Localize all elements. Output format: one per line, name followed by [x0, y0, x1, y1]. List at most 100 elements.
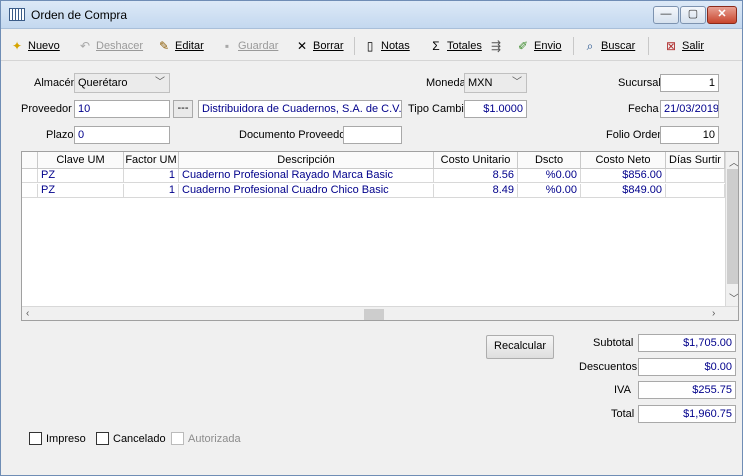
horizontal-scrollbar[interactable]: ‹ › — [22, 306, 738, 320]
undo-icon: ↶ — [79, 39, 91, 53]
column-header-factor-um[interactable]: Factor UM — [124, 152, 179, 169]
items-grid[interactable]: Clave UM Factor UM Descripción Costo Uni… — [21, 151, 739, 321]
sum-icon: Σ — [432, 39, 440, 53]
flow-icon: ⇶ — [490, 39, 502, 53]
impreso-label: Impreso — [46, 432, 86, 445]
proveedor-label: Proveedor — [21, 103, 72, 115]
checkbox-box[interactable] — [171, 432, 184, 445]
cell-dscto[interactable]: %0.00 — [518, 184, 581, 198]
table-row[interactable]: PZ 1 Cuaderno Profesional Cuadro Chico B… — [22, 184, 725, 198]
almacen-value: Querétaro — [78, 77, 128, 89]
checkbox-box[interactable] — [29, 432, 42, 445]
column-header-costo-unitario[interactable]: Costo Unitario — [434, 152, 518, 169]
cancelado-checkbox[interactable]: Cancelado — [96, 432, 166, 445]
minimize-button[interactable]: — — [653, 6, 679, 24]
moneda-value: MXN — [468, 77, 493, 89]
toolbar-separator — [648, 37, 649, 55]
scroll-down-icon[interactable]: ﹀ — [729, 290, 738, 305]
purchase-order-window: Orden de Compra — ▢ ✕ ✦ Nuevo ↶ Deshacer… — [0, 0, 743, 476]
checkbox-box[interactable] — [96, 432, 109, 445]
folio-orden-label: Folio Orden — [606, 129, 664, 141]
deshacer-label: Deshacer — [96, 40, 144, 52]
almacen-label: Almacén — [34, 77, 77, 89]
row-selector[interactable] — [22, 184, 38, 198]
tipo-cambio-field[interactable]: $1.0000 — [464, 100, 527, 118]
iva-label: IVA — [614, 384, 631, 396]
nuevo-label: Nuevo — [28, 40, 60, 52]
close-button[interactable]: ✕ — [707, 6, 737, 24]
descuentos-label: Descuentos — [579, 361, 638, 373]
documento-proveedor-field[interactable] — [343, 126, 402, 144]
guardar-label: Guardar — [238, 40, 279, 52]
cell-descripcion[interactable]: Cuaderno Profesional Rayado Marca Basic — [179, 169, 434, 183]
cell-costo-unitario[interactable]: 8.49 — [434, 184, 518, 198]
cell-factor-um[interactable]: 1 — [124, 169, 179, 183]
fecha-label: Fecha — [628, 103, 659, 115]
window-title: Orden de Compra — [31, 8, 128, 22]
proveedor-name-field[interactable]: Distribuidora de Cuadernos, S.A. de C.V. — [198, 100, 402, 118]
subtotal-field[interactable]: $1,705.00 — [638, 334, 736, 352]
column-header-descripcion[interactable]: Descripción — [179, 152, 434, 169]
cell-clave-um[interactable]: PZ — [38, 169, 124, 183]
cell-dscto[interactable]: %0.00 — [518, 169, 581, 183]
vertical-scroll-thumb[interactable] — [727, 169, 738, 284]
column-header-costo-neto[interactable]: Costo Neto — [581, 152, 666, 169]
cell-dias-surtir[interactable] — [666, 184, 725, 198]
cell-clave-um[interactable]: PZ — [38, 184, 124, 198]
salir-button[interactable]: ⊠ Salir — [664, 37, 704, 55]
buscar-button[interactable]: ⌕ Buscar — [583, 37, 636, 55]
row-selector-header — [22, 152, 38, 169]
plazo-field[interactable]: 0 — [74, 126, 170, 144]
cell-factor-um[interactable]: 1 — [124, 184, 179, 198]
fecha-field[interactable]: 21/03/2019 — [660, 100, 719, 118]
scroll-left-icon[interactable]: ‹ — [26, 308, 29, 319]
scroll-up-icon[interactable]: ︿ — [729, 154, 738, 169]
vertical-scrollbar[interactable]: ︿ ﹀ — [725, 152, 738, 306]
autorizada-label: Autorizada — [188, 432, 241, 445]
horizontal-scroll-thumb[interactable] — [364, 309, 384, 320]
moneda-select[interactable]: MXN ﹀ — [464, 73, 527, 93]
autorizada-checkbox[interactable]: Autorizada — [171, 432, 241, 445]
table-row[interactable]: PZ 1 Cuaderno Profesional Rayado Marca B… — [22, 169, 725, 183]
almacen-select[interactable]: Querétaro ﹀ — [74, 73, 170, 93]
proveedor-lookup-button[interactable]: --- — [173, 100, 193, 118]
row-selector[interactable] — [22, 169, 38, 183]
borrar-label: Borrar — [313, 40, 344, 52]
documento-proveedor-label: Documento Proveedor — [239, 129, 350, 141]
cell-costo-neto[interactable]: $856.00 — [581, 169, 666, 183]
guardar-button[interactable]: ▪ Guardar — [220, 37, 279, 55]
editar-button[interactable]: ✎ Editar — [157, 37, 204, 55]
column-header-dscto[interactable]: Dscto — [518, 152, 581, 169]
toolbar-separator — [354, 37, 355, 55]
scroll-right-icon[interactable]: › — [712, 308, 715, 319]
borrar-button[interactable]: ✕ Borrar — [295, 37, 344, 55]
editar-label: Editar — [175, 40, 204, 52]
edit-icon: ✎ — [158, 39, 170, 53]
total-label: Total — [611, 408, 635, 420]
envio-label: Envio — [534, 40, 562, 52]
iva-field[interactable]: $255.75 — [638, 381, 736, 399]
cell-descripcion[interactable]: Cuaderno Profesional Cuadro Chico Basic — [179, 184, 434, 198]
cell-dias-surtir[interactable] — [666, 169, 725, 183]
deshacer-button[interactable]: ↶ Deshacer — [78, 37, 143, 55]
cell-costo-unitario[interactable]: 8.56 — [434, 169, 518, 183]
column-header-clave-um[interactable]: Clave UM — [38, 152, 124, 169]
nuevo-button[interactable]: ✦ Nuevo — [10, 37, 60, 55]
proveedor-code-field[interactable]: 10 — [74, 100, 170, 118]
chevron-down-icon: ﹀ — [512, 77, 522, 88]
column-header-dias-surtir[interactable]: Días Surtir — [666, 152, 725, 169]
impreso-checkbox[interactable]: Impreso — [29, 432, 86, 445]
sucursal-field[interactable]: 1 — [660, 74, 719, 92]
subtotal-label: Subtotal — [593, 337, 634, 349]
recalcular-button[interactable]: Recalcular — [486, 335, 554, 359]
maximize-button[interactable]: ▢ — [680, 6, 706, 24]
cell-costo-neto[interactable]: $849.00 — [581, 184, 666, 198]
envio-button[interactable]: ✐ Envio — [516, 37, 562, 55]
descuentos-field[interactable]: $0.00 — [638, 358, 736, 376]
flow-button[interactable]: ⇶ — [489, 37, 503, 55]
buscar-label: Buscar — [601, 40, 636, 52]
notas-button[interactable]: ▯ Notas — [363, 37, 410, 55]
total-field[interactable]: $1,960.75 — [638, 405, 736, 423]
totales-button[interactable]: Σ Totales — [429, 37, 482, 55]
folio-orden-field[interactable]: 10 — [660, 126, 719, 144]
